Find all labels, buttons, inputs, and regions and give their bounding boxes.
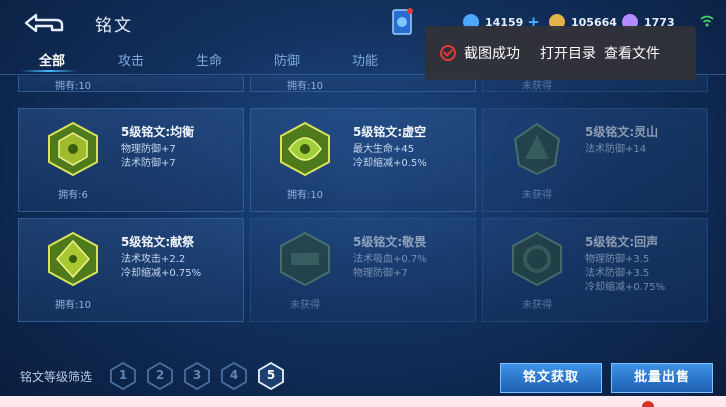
- attribute-line: 最大生命+45: [353, 144, 415, 155]
- inscription-card[interactable]: 未获得 5级铭文:敬畏 法术吸血+0.7% 物理防御+7: [250, 218, 476, 322]
- level-number: 4: [229, 368, 239, 382]
- inscription-attributes: 最大生命+45 冷却缩减+0.5%: [353, 143, 427, 171]
- level-filter-5[interactable]: 5: [258, 361, 284, 391]
- inscription-attributes: 法术攻击+2.2 冷却缩减+0.75%: [121, 253, 201, 281]
- inscription-card[interactable]: 拥有:10 5级铭文:献祭 法术攻击+2.2 冷却缩减+0.75%: [18, 218, 244, 322]
- attribute-line: 物理防御+3.5: [585, 254, 650, 265]
- attribute-line: 法术防御+7: [121, 158, 176, 169]
- owned-count: 未获得: [290, 300, 320, 311]
- inscription-emblem-icon: [48, 121, 98, 177]
- inscription-card[interactable]: 拥有:10 5级铭文:虚空 最大生命+45 冷却缩减+0.5%: [250, 108, 476, 212]
- level-number: 5: [266, 368, 276, 382]
- owned-count: 拥有:10: [54, 300, 92, 311]
- inscription-emblem-icon: [512, 231, 562, 287]
- inscription-attributes: 法术防御+14: [585, 143, 646, 157]
- inscription-attributes: 物理防御+3.5 法术防御+3.5 冷却缩减+0.75%: [585, 253, 665, 295]
- level-filter-2[interactable]: 2: [147, 361, 173, 391]
- level-filter-1[interactable]: 1: [110, 361, 136, 391]
- bottom-bar: 铭文等级筛选 1 2 3 4 5 铭文获取 批量出售: [0, 356, 726, 396]
- attribute-line: 冷却缩减+0.75%: [121, 268, 202, 279]
- view-file-link[interactable]: 查看文件: [604, 43, 660, 63]
- inscription-name: 5级铭文:虚空: [353, 125, 427, 139]
- level-number: 3: [192, 368, 202, 382]
- open-directory-link[interactable]: 打开目录: [540, 43, 596, 63]
- attribute-line: 法术吸血+0.7%: [353, 254, 427, 265]
- inscription-card[interactable]: 未获得 5级铭文:灵山 法术防御+14: [482, 108, 708, 212]
- tab-health[interactable]: 生命: [196, 50, 222, 69]
- tab-function[interactable]: 功能: [352, 50, 378, 69]
- inscription-attributes: 法术吸血+0.7% 物理防御+7: [353, 253, 427, 281]
- inscription-name: 5级铭文:献祭: [121, 235, 195, 249]
- owned-count: 拥有:10: [286, 190, 324, 201]
- inscription-attributes: 物理防御+7 法术防御+7: [121, 143, 176, 171]
- inscription-card[interactable]: 未获得 5级铭文:回声 物理防御+3.5 法术防御+3.5 冷却缩减+0.75%: [482, 218, 708, 322]
- inscription-name: 5级铭文:灵山: [585, 125, 659, 139]
- inscription-emblem-icon: [48, 231, 98, 287]
- back-arrow-icon[interactable]: [22, 10, 66, 36]
- owned-count: 未获得: [522, 190, 552, 201]
- level-filter-label: 铭文等级筛选: [20, 370, 93, 384]
- screenshot-toast: 截图成功 打开目录 查看文件: [425, 26, 696, 80]
- inscription-name: 5级铭文:敬畏: [353, 235, 427, 249]
- tab-all[interactable]: 全部: [39, 50, 65, 69]
- active-tab-indicator: [20, 70, 78, 72]
- bulk-sell-button[interactable]: 批量出售: [611, 363, 713, 393]
- attribute-line: 物理防御+7: [121, 144, 176, 155]
- tab-defense[interactable]: 防御: [274, 50, 300, 69]
- attribute-line: 物理防御+7: [353, 268, 408, 279]
- inscription-emblem-icon: [280, 121, 330, 177]
- attribute-line: 法术防御+14: [585, 144, 647, 155]
- inscription-card[interactable]: 拥有:6 5级铭文:均衡 物理防御+7 法术防御+7: [18, 108, 244, 212]
- owned-count: 拥有:10: [286, 81, 324, 92]
- inscription-name: 5级铭文:均衡: [121, 125, 195, 139]
- inscription-emblem-icon: [513, 122, 561, 176]
- inscription-name: 5级铭文:回声: [585, 235, 659, 249]
- level-filter-4[interactable]: 4: [221, 361, 247, 391]
- owned-count: 未获得: [522, 300, 552, 311]
- inscription-emblem-icon: [280, 231, 330, 287]
- level-number: 1: [118, 368, 128, 382]
- system-nav-strip: [0, 396, 726, 407]
- page-title: 铭文: [95, 16, 133, 36]
- attribute-line: 法术防御+3.5: [585, 268, 650, 279]
- inscription-card-icon[interactable]: [391, 8, 413, 36]
- get-inscription-button[interactable]: 铭文获取: [500, 363, 602, 393]
- attribute-line: 法术攻击+2.2: [121, 254, 186, 265]
- owned-count: 拥有:10: [54, 81, 92, 92]
- level-number: 2: [155, 368, 165, 382]
- attribute-line: 冷却缩减+0.75%: [585, 282, 666, 293]
- level-filter-3[interactable]: 3: [184, 361, 210, 391]
- inscription-grid: 拥有:10 拥有:10 未获得 拥有:6 5级铭文:均衡 物理防御+7 法术防御…: [18, 76, 708, 350]
- wifi-icon: [700, 15, 714, 27]
- tab-attack[interactable]: 攻击: [118, 50, 144, 69]
- attribute-line: 冷却缩减+0.5%: [353, 158, 427, 169]
- notification-dot-icon: [642, 401, 654, 407]
- check-circle-icon: [440, 45, 456, 61]
- inscription-card[interactable]: 拥有:10: [18, 76, 244, 92]
- owned-count: 拥有:6: [58, 190, 88, 201]
- toast-message: 截图成功: [464, 46, 520, 62]
